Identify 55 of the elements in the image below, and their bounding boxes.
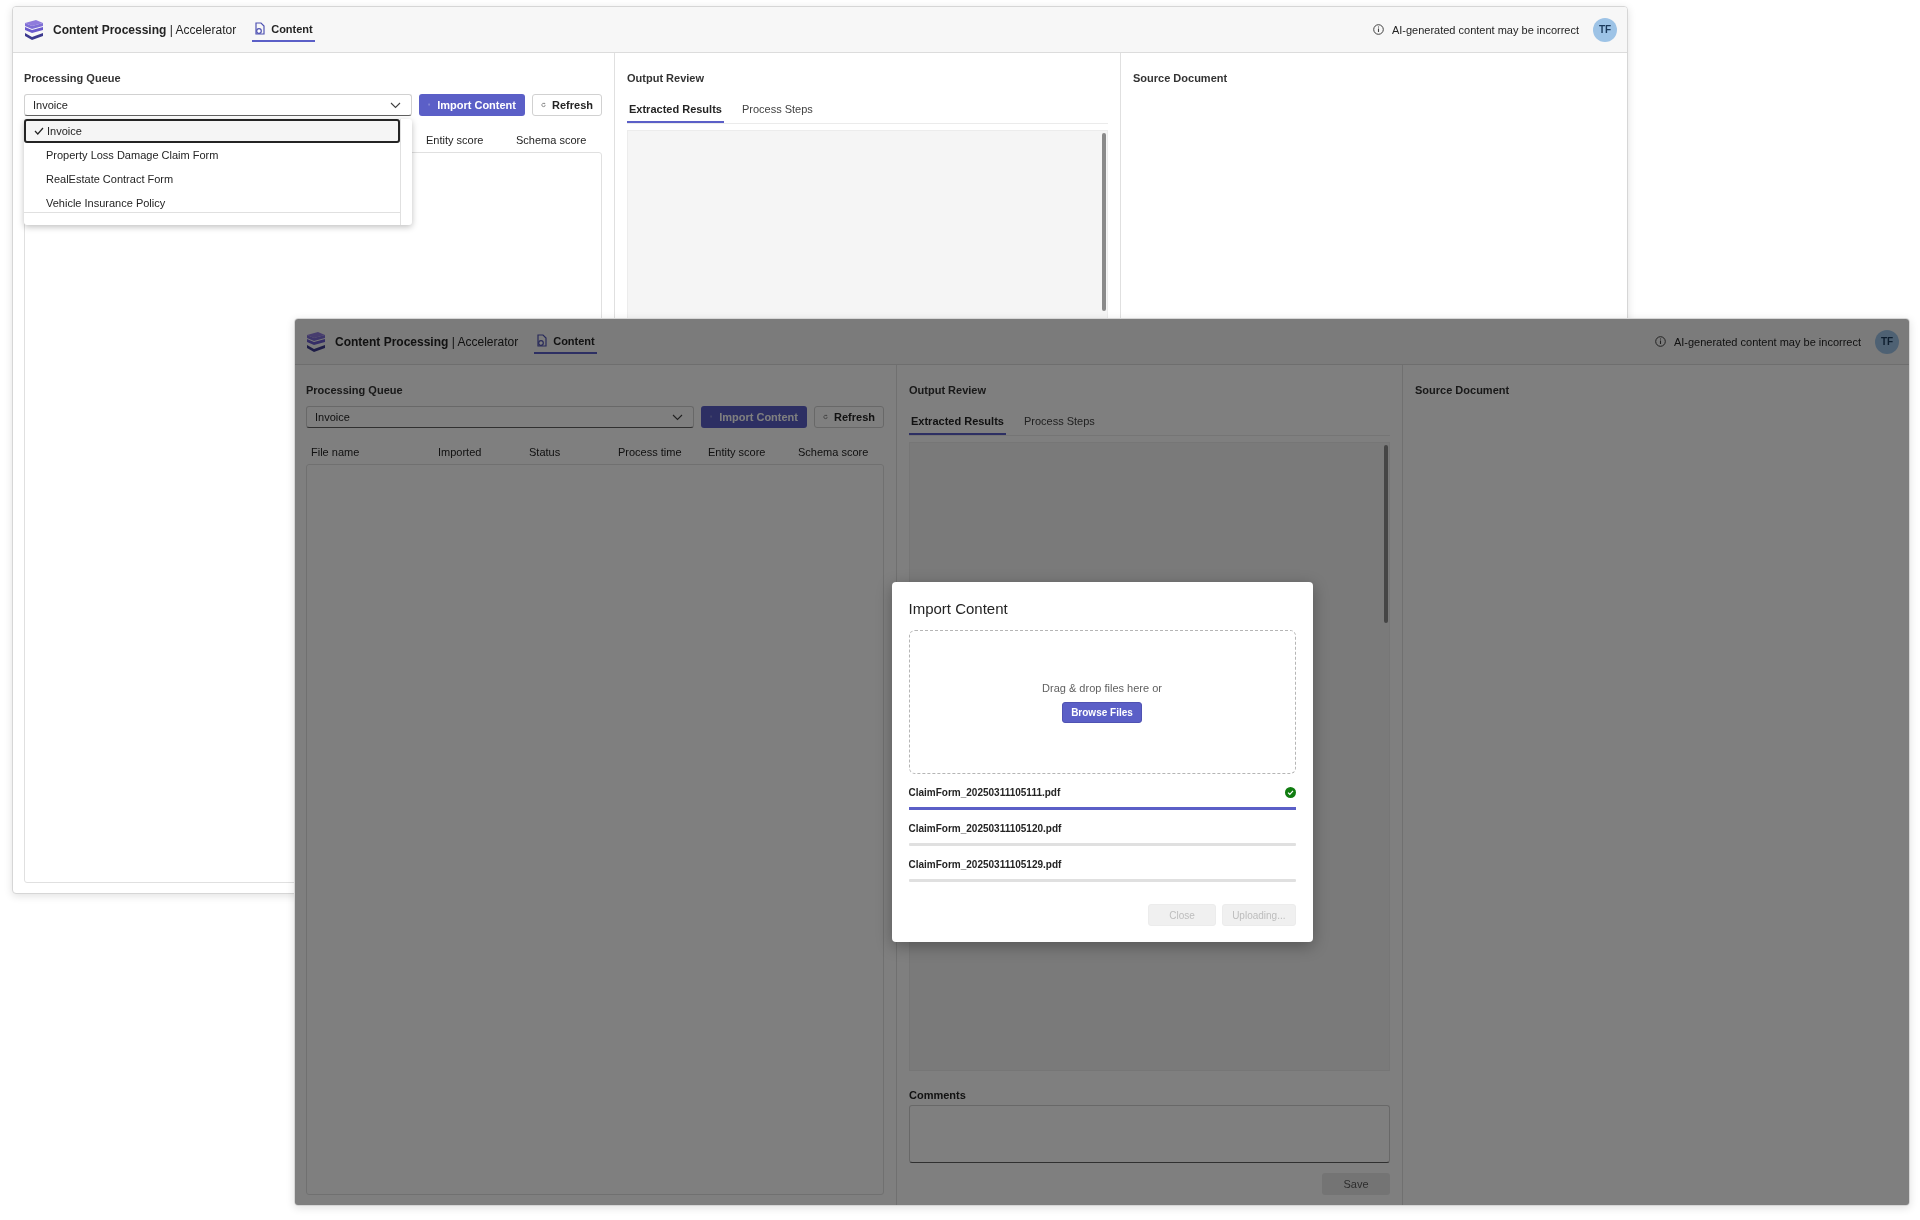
panel-title: Processing Queue — [24, 71, 122, 85]
content-tab[interactable]: Content — [534, 329, 597, 354]
drop-hint: Drag & drop files here or — [1042, 681, 1162, 694]
panel-title: Processing Queue — [306, 383, 404, 397]
column-header: Entity score — [707, 446, 767, 458]
dropdown-option[interactable]: Property Loss Damage Claim Form — [24, 143, 400, 167]
column-header: File name — [310, 446, 361, 458]
file-name: ClaimForm_20250311105129.pdf — [908, 858, 1062, 870]
import-content-button[interactable]: Import Content — [419, 94, 525, 116]
refresh-button[interactable]: Refresh — [814, 406, 884, 428]
chevron-down-icon — [390, 101, 401, 109]
ai-notice: AI-generated content may be incorrect — [1673, 335, 1861, 348]
scrollbar[interactable] — [1384, 445, 1388, 623]
column-header: Imported — [437, 446, 483, 458]
column-header: Schema score — [797, 446, 870, 458]
file-name: ClaimForm_20250311105111.pdf — [908, 786, 1061, 798]
type-dropdown[interactable]: Invoice — [306, 406, 694, 428]
review-tab[interactable]: Process Steps — [739, 98, 815, 123]
document-gear-icon — [536, 333, 550, 348]
document-gear-icon — [254, 21, 268, 36]
info-icon — [1654, 336, 1666, 347]
dropdown-option[interactable]: Invoice — [24, 119, 400, 143]
dialog-title: Import Content — [908, 600, 1009, 617]
browse-files-button[interactable]: Browse Files — [1062, 701, 1142, 723]
dropdown-option[interactable]: Vehicle Insurance Policy — [24, 191, 400, 215]
drop-zone[interactable]: Drag & drop files here or Browse Files — [908, 630, 1296, 774]
review-tab[interactable]: Extracted Results — [627, 98, 724, 123]
comments-field[interactable] — [909, 1105, 1390, 1163]
column-header: Schema score — [515, 134, 588, 146]
ai-notice: AI-generated content may be incorrect — [1391, 23, 1579, 36]
dropdown-option[interactable]: RealEstate Contract Form — [24, 167, 400, 191]
app-title: Content Processing | Accelerator — [335, 334, 519, 349]
comments-label: Comments — [909, 1089, 967, 1101]
import-content-button[interactable]: Import Content — [701, 406, 807, 428]
column-header: Status — [528, 446, 562, 458]
panel-title: Output Review — [909, 383, 987, 397]
type-dropdown[interactable]: Invoice — [24, 94, 412, 116]
app-title: Content Processing | Accelerator — [53, 22, 237, 37]
layers-icon — [305, 330, 327, 353]
panel-title: Source Document — [1415, 383, 1511, 397]
chevron-down-icon — [672, 413, 683, 421]
content-tab[interactable]: Content — [252, 17, 315, 42]
review-tab[interactable]: Process Steps — [1021, 410, 1097, 435]
info-icon — [1372, 24, 1384, 35]
check-icon — [34, 127, 44, 135]
avatar[interactable]: TF — [1593, 17, 1617, 42]
panel-title: Source Document — [1133, 71, 1229, 85]
scrollbar[interactable] — [1102, 133, 1106, 311]
panel-title: Output Review — [627, 71, 705, 85]
column-header: Process time — [617, 446, 683, 458]
column-header: Entity score — [425, 134, 485, 146]
layers-icon — [23, 18, 45, 41]
refresh-button[interactable]: Refresh — [532, 94, 602, 116]
file-name: ClaimForm_20250311105120.pdf — [908, 822, 1062, 834]
review-tab[interactable]: Extracted Results — [909, 410, 1006, 435]
